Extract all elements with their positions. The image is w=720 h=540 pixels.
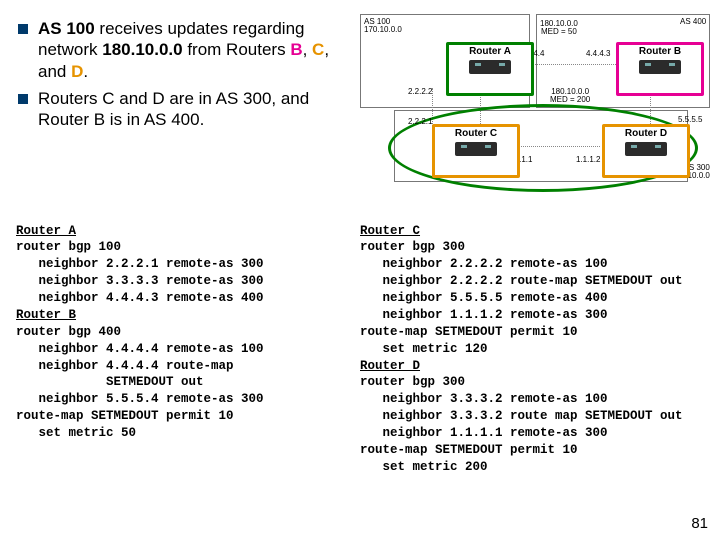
bullet-square-icon [18, 24, 28, 34]
bullet-2-text: Routers C and D are in AS 300, and Route… [38, 88, 356, 131]
t: . [83, 62, 88, 81]
router-d-box: Router D [602, 124, 690, 178]
t: , [303, 40, 312, 59]
bullet-1: AS 100 receives updates regarding networ… [18, 18, 356, 82]
ip-label: 4.4.4.3 [586, 50, 610, 58]
bullet-1-text: AS 100 receives updates regarding networ… [38, 18, 356, 82]
page-number: 81 [691, 515, 708, 532]
router-b-box: Router B [616, 42, 704, 96]
as100-label: AS 100 170.10.0.0 [364, 18, 402, 35]
router-a-label: Router A [455, 47, 525, 57]
slide: AS 100 receives updates regarding networ… [0, 0, 720, 540]
router-c-ref: C [312, 40, 324, 59]
router-c-box: Router C [432, 124, 520, 178]
bullet-list: AS 100 receives updates regarding networ… [18, 18, 356, 136]
med50-label: 180.10.0.0 MED = 50 [540, 20, 578, 37]
router-b-label: Router B [625, 47, 695, 57]
router-icon [639, 60, 681, 74]
ip-label: 1.1.1.2 [576, 156, 600, 164]
as400-label: AS 400 [680, 18, 706, 26]
t: 180.10.0.0 [102, 40, 182, 59]
t: from Routers [183, 40, 291, 59]
router-icon [455, 142, 497, 156]
ip-label: 2.2.2.1 [408, 118, 432, 126]
med200-label: 180.10.0.0 MED = 200 [550, 88, 590, 105]
router-a-box: Router A [446, 42, 534, 96]
config-right: Router C router bgp 300 neighbor 2.2.2.2… [360, 223, 712, 476]
router-b-ref: B [290, 40, 302, 59]
bullet-2: Routers C and D are in AS 300, and Route… [18, 88, 356, 131]
bullet-square-icon [18, 94, 28, 104]
topology-diagram: AS 100 170.10.0.0 AS 400 AS 300 180.10.0… [360, 8, 710, 188]
router-icon [469, 60, 511, 74]
router-d-label: Router D [611, 129, 681, 139]
config-left: Router A router bgp 100 neighbor 2.2.2.1… [16, 223, 356, 442]
t: AS 100 [38, 19, 95, 38]
ip-label: 2.2.2.2 [408, 88, 432, 96]
router-icon [625, 142, 667, 156]
router-c-label: Router C [441, 129, 511, 139]
router-d-ref: D [71, 62, 83, 81]
